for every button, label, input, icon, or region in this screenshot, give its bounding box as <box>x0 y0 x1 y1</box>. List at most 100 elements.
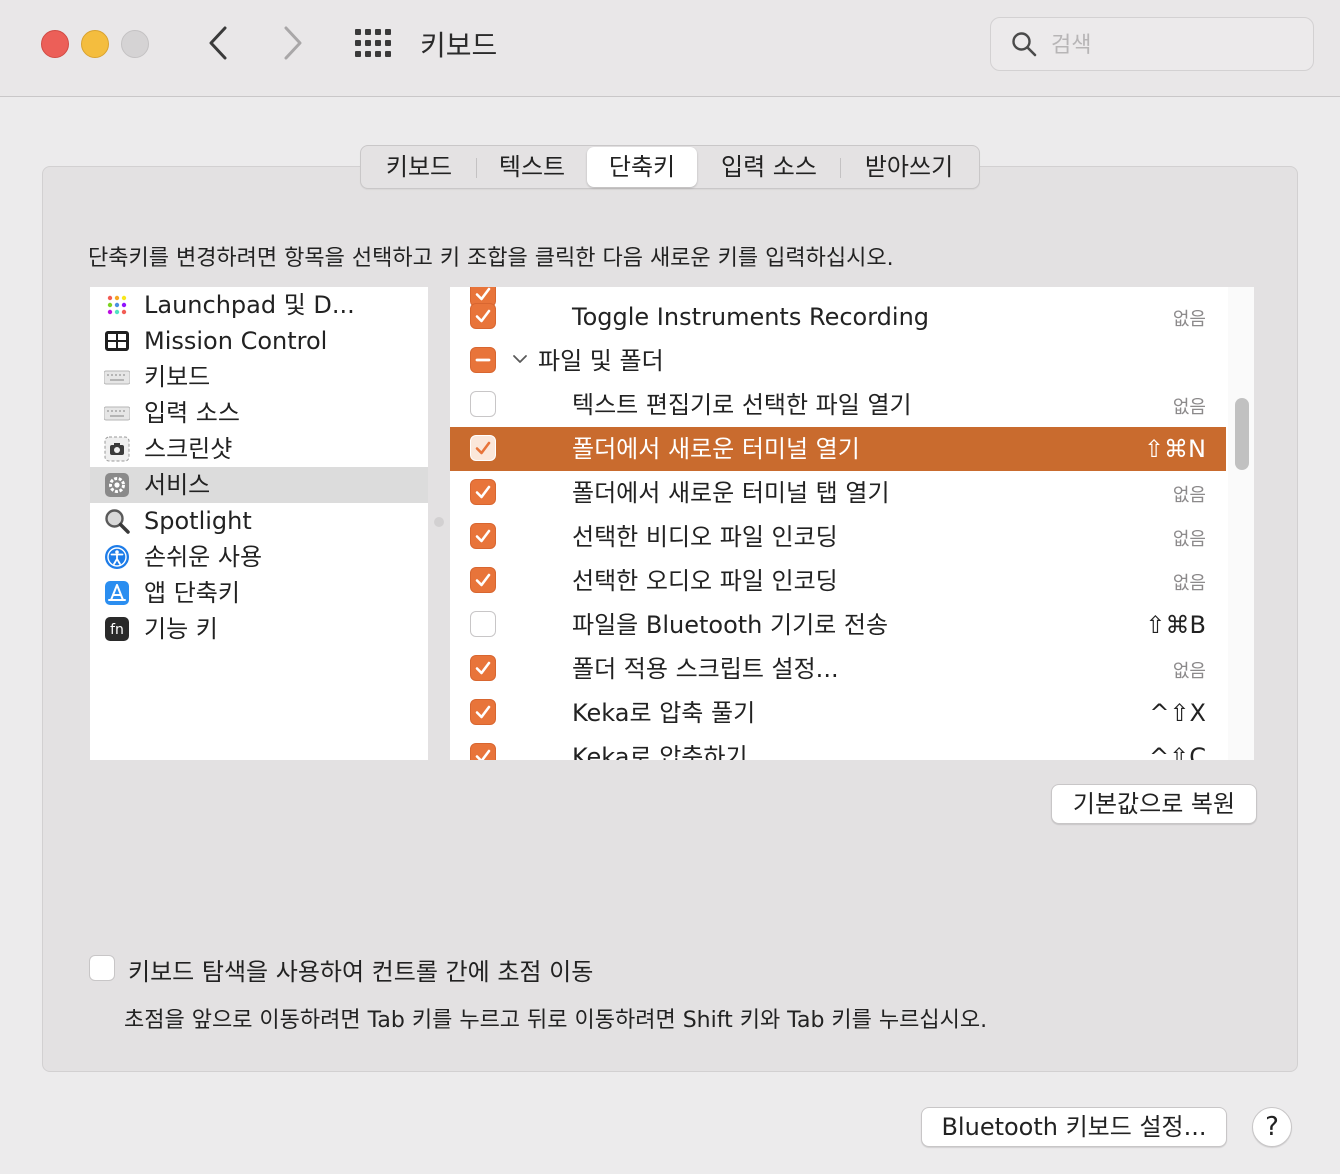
search-icon <box>1012 32 1037 57</box>
category-item-mission-control[interactable]: Mission Control <box>90 323 428 359</box>
category-label: 스크린샷 <box>144 435 233 463</box>
tab-text[interactable]: 텍스트 <box>477 147 587 187</box>
accessibility-icon <box>105 545 129 569</box>
window-title: 키보드 <box>420 29 498 62</box>
minimize-window-button[interactable] <box>81 30 109 58</box>
category-item-screenshots[interactable]: 스크린샷 <box>90 431 428 467</box>
category-item-keyboard[interactable]: 키보드 <box>90 359 428 395</box>
tab-input-sources[interactable]: 입력 소스 <box>697 147 841 187</box>
mixed-state-icon <box>475 358 491 362</box>
category-item-spotlight[interactable]: Spotlight <box>90 503 428 539</box>
shortcut-row[interactable]: 폴더에서 새로운 터미널 탭 열기 없음 <box>450 471 1226 515</box>
shortcut-row[interactable]: 선택한 오디오 파일 인코딩 없음 <box>450 559 1226 603</box>
shortcut-key[interactable]: 없음 <box>1173 656 1206 688</box>
shortcut-label: 폴더에서 새로운 터미널 탭 열기 <box>572 479 890 507</box>
show-all-grid-icon[interactable] <box>355 29 393 57</box>
forward-icon[interactable] <box>280 24 306 62</box>
spotlight-icon <box>105 509 130 534</box>
checkmark-icon <box>475 573 491 587</box>
category-item-function-keys[interactable]: fn 기능 키 <box>90 611 428 647</box>
shortcut-checkbox[interactable] <box>470 303 496 329</box>
category-item-input-sources[interactable]: 입력 소스 <box>90 395 428 431</box>
shortcut-label: 파일을 Bluetooth 기기로 전송 <box>572 611 889 639</box>
shortcut-label: Toggle Instruments Recording <box>572 303 930 331</box>
full-keyboard-access-label: 키보드 탐색을 사용하여 컨트롤 간에 초점 이동 <box>128 958 594 986</box>
shortcut-key[interactable]: 없음 <box>1173 392 1206 424</box>
full-keyboard-access-checkbox[interactable] <box>89 955 115 981</box>
category-label: Spotlight <box>144 507 252 535</box>
category-label: 키보드 <box>144 363 211 391</box>
shortcut-checkbox[interactable] <box>470 699 496 725</box>
shortcut-label: 선택한 비디오 파일 인코딩 <box>572 523 838 551</box>
titlebar: 키보드 <box>0 0 1340 97</box>
full-keyboard-access-help: 초점을 앞으로 이동하려면 Tab 키를 누르고 뒤로 이동하려면 Shift … <box>124 1008 988 1033</box>
chevron-down-icon[interactable] <box>512 353 528 365</box>
shortcut-key[interactable]: 없음 <box>1173 524 1206 556</box>
shortcut-checkbox[interactable] <box>470 523 496 549</box>
shortcut-list[interactable]: Toggle Instruments Recording 없음 파일 및 폴더 … <box>450 287 1254 760</box>
gear-icon <box>105 473 129 497</box>
checkmark-icon <box>475 309 491 323</box>
category-item-accessibility[interactable]: 손쉬운 사용 <box>90 539 428 575</box>
shortcut-key[interactable]: 없음 <box>1173 480 1206 512</box>
shortcut-checkbox[interactable] <box>470 435 496 461</box>
search-field[interactable] <box>990 17 1314 71</box>
shortcut-checkbox[interactable] <box>470 567 496 593</box>
shortcut-label: 선택한 오디오 파일 인코딩 <box>572 567 838 595</box>
shortcut-row-selected[interactable]: 폴더에서 새로운 터미널 열기 ⇧⌘N <box>450 427 1226 471</box>
scrollbar-thumb[interactable] <box>1235 398 1249 470</box>
category-label: Launchpad 및 D... <box>144 291 355 319</box>
tab-shortcuts[interactable]: 단축키 <box>587 147 697 187</box>
search-input[interactable] <box>1049 28 1303 62</box>
checkmark-icon <box>475 749 491 760</box>
shortcut-key[interactable]: ^⇧X <box>1149 697 1206 729</box>
checkmark-icon <box>475 441 491 455</box>
zoom-window-button[interactable] <box>121 30 149 58</box>
tab-dictation[interactable]: 받아쓰기 <box>841 147 977 187</box>
shortcut-checkbox[interactable] <box>470 743 496 760</box>
category-item-app-shortcuts[interactable]: 앱 단축키 <box>90 575 428 611</box>
shortcut-checkbox[interactable] <box>470 655 496 681</box>
shortcut-key[interactable]: ⇧⌘B <box>1145 609 1206 641</box>
group-checkbox[interactable] <box>470 347 496 373</box>
category-item-services[interactable]: 서비스 <box>90 467 428 503</box>
shortcut-row[interactable]: 파일을 Bluetooth 기기로 전송 ⇧⌘B <box>450 603 1226 647</box>
category-label: 입력 소스 <box>144 399 240 427</box>
split-view-divider[interactable] <box>434 517 444 527</box>
help-button[interactable]: ? <box>1252 1107 1292 1147</box>
instruction-text: 단축키를 변경하려면 항목을 선택하고 키 조합을 클릭한 다음 새로운 키를 … <box>88 246 894 271</box>
shortcut-key[interactable]: ^⇧C <box>1149 741 1206 760</box>
shortcut-row[interactable]: 폴더 적용 스크립트 설정... 없음 <box>450 647 1226 691</box>
tab-keyboard[interactable]: 키보드 <box>361 147 477 187</box>
shortcut-row[interactable]: 선택한 비디오 파일 인코딩 없음 <box>450 515 1226 559</box>
shortcut-key[interactable]: ⇧⌘N <box>1144 433 1206 465</box>
shortcut-key[interactable]: 없음 <box>1173 568 1206 600</box>
input-source-icon <box>104 406 130 421</box>
shortcut-key[interactable]: 없음 <box>1173 304 1206 336</box>
keyboard-icon <box>104 370 130 385</box>
shortcut-row[interactable]: Keka로 압축하기 ^⇧C <box>450 735 1226 760</box>
fn-key-icon: fn <box>105 617 129 641</box>
bluetooth-keyboard-setup-button[interactable]: Bluetooth 키보드 설정... <box>921 1107 1227 1147</box>
tab-bar: 키보드 텍스트 단축키 입력 소스 받아쓰기 <box>360 145 980 189</box>
category-item-launchpad[interactable]: Launchpad 및 D... <box>90 287 428 323</box>
close-window-button[interactable] <box>41 30 69 58</box>
shortcut-row[interactable]: Keka로 압축 풀기 ^⇧X <box>450 691 1226 735</box>
scrollbar-track[interactable] <box>1228 287 1254 760</box>
shortcut-group-row[interactable]: 파일 및 폴더 <box>450 339 1226 383</box>
back-icon[interactable] <box>205 24 231 62</box>
shortcut-label: 폴더에서 새로운 터미널 열기 <box>572 435 860 463</box>
shortcut-checkbox[interactable] <box>470 479 496 505</box>
shortcut-label: Keka로 압축하기 <box>572 743 748 760</box>
shortcut-row[interactable]: 텍스트 편집기로 선택한 파일 열기 없음 <box>450 383 1226 427</box>
shortcut-row[interactable]: Toggle Instruments Recording 없음 <box>450 295 1226 339</box>
shortcut-checkbox[interactable] <box>470 391 496 417</box>
category-label: 서비스 <box>144 471 211 499</box>
category-list[interactable]: Launchpad 및 D... Mission Control 키보드 입력 … <box>90 287 428 760</box>
shortcut-checkbox[interactable] <box>470 611 496 637</box>
category-label: Mission Control <box>144 327 328 355</box>
checkmark-icon <box>475 661 491 675</box>
category-label: 기능 키 <box>144 615 218 643</box>
mission-control-icon <box>105 331 129 351</box>
restore-defaults-button[interactable]: 기본값으로 복원 <box>1051 784 1257 824</box>
